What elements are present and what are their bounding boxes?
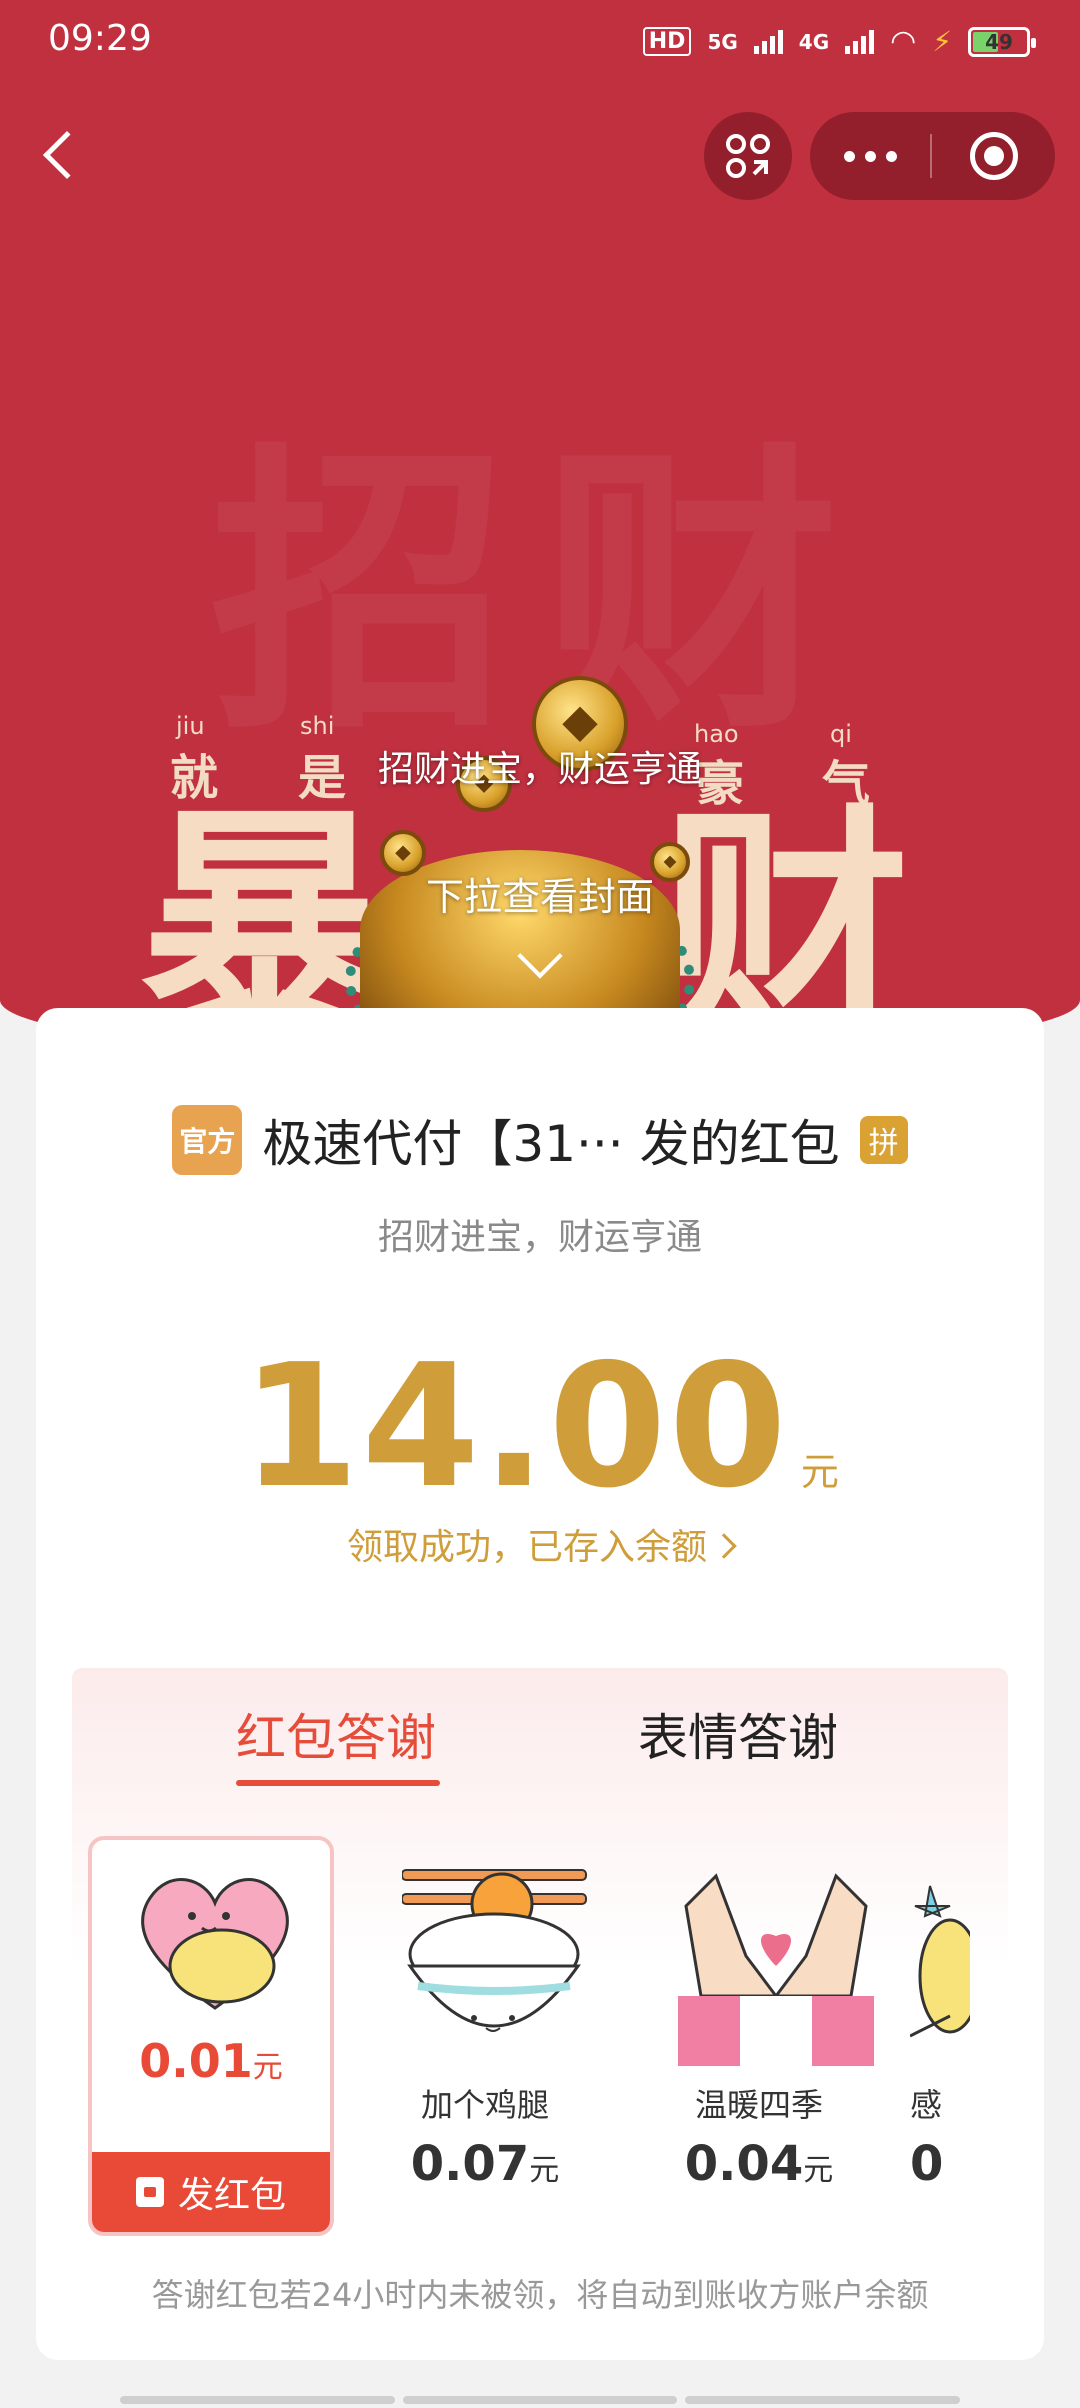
target-icon bbox=[969, 132, 1018, 180]
heart-hug-icon bbox=[141, 1878, 289, 2010]
mini-program-capsule bbox=[810, 112, 1055, 200]
official-badge: 官方 bbox=[172, 1105, 243, 1175]
wish-text: 招财进宝，财运亨通 bbox=[377, 1217, 702, 1258]
more-dot-icon bbox=[864, 150, 876, 162]
gift-price: 0.07元 bbox=[410, 2136, 560, 2192]
pin-badge: 拼 bbox=[859, 1116, 908, 1164]
more-button[interactable] bbox=[810, 112, 930, 200]
status-time: 09:29 bbox=[48, 18, 152, 59]
cover-pinyin: jiu bbox=[176, 712, 205, 740]
gift-name: 温暖四季 bbox=[694, 2086, 823, 2124]
signal-icon bbox=[753, 29, 783, 54]
thanks-footnote: 答谢红包若24小时内未被领，将自动到账收方账户余额 bbox=[151, 2276, 929, 2314]
network-4g-icon: 4G bbox=[798, 29, 830, 54]
amount-unit: 元 bbox=[800, 1450, 839, 1494]
sender-name: 极速代付【31··· 发的红包 bbox=[262, 1115, 840, 1173]
network-5g-icon: 5G bbox=[707, 29, 738, 54]
battery-icon: 49 bbox=[968, 26, 1036, 57]
pull-down-hint: 下拉查看封面 bbox=[425, 875, 654, 919]
gift-item[interactable]: 温暖四季 0.04元 bbox=[636, 1836, 882, 2236]
tab-red-packet-thanks[interactable]: 红包答谢 bbox=[236, 1698, 436, 1770]
close-mini-program-button[interactable] bbox=[932, 112, 1055, 200]
red-packet-card: 官方 极速代付【31··· 发的红包 拼 招财进宝，财运亨通 14.00 元 领取… bbox=[36, 1008, 1044, 2360]
more-dot-icon bbox=[843, 150, 855, 162]
wifi-icon: ◠ bbox=[890, 24, 917, 59]
gift-item[interactable]: 感 0 bbox=[910, 1836, 1008, 2236]
gift-name: 感 bbox=[910, 2086, 943, 2124]
scan-button[interactable] bbox=[704, 112, 792, 200]
amount-value: 14.00 bbox=[241, 1328, 789, 1526]
tab-sticker-thanks[interactable]: 表情答谢 bbox=[638, 1698, 838, 1770]
hd-icon: HD bbox=[642, 27, 692, 56]
gift-item[interactable]: 0.01元 发红包 bbox=[88, 1836, 334, 2236]
balance-status-text: 领取成功，已存入余额 bbox=[346, 1527, 707, 1568]
more-dot-icon bbox=[885, 150, 897, 162]
tab-active-indicator bbox=[236, 1780, 440, 1786]
gift-name: 加个鸡腿 bbox=[420, 2086, 549, 2124]
red-packet-icon bbox=[135, 2177, 164, 2207]
gift-price: 0 bbox=[910, 2136, 944, 2192]
thanks-panel: 红包答谢 表情答谢 0.01元 发红包 加个鸡腿 0.07元 温暖四季 0.04… bbox=[72, 1668, 1008, 2248]
send-red-packet-button[interactable]: 发红包 bbox=[92, 2152, 330, 2232]
scan-icon bbox=[726, 134, 770, 178]
gift-price: 0.01元 bbox=[139, 2034, 283, 2088]
gift-price: 0.04元 bbox=[684, 2136, 834, 2192]
star-character-icon bbox=[910, 1885, 970, 2038]
chicken-leg-rice-icon bbox=[402, 1869, 587, 2032]
home-indicator bbox=[120, 2396, 961, 2404]
sender-row: 官方 极速代付【31··· 发的红包 拼 bbox=[36, 1104, 1044, 1176]
signal-icon bbox=[845, 29, 875, 54]
amount: 14.00 元 bbox=[36, 1328, 1044, 1526]
balance-status-link[interactable]: 领取成功，已存入余额 bbox=[36, 1518, 1044, 1570]
status-bar: 09:29 HD 5G 4G ◠ ⚡ 49 bbox=[0, 0, 1080, 80]
back-button[interactable] bbox=[30, 120, 92, 190]
heart-hands-icon bbox=[678, 1873, 874, 2066]
cover-pinyin: shi bbox=[300, 712, 335, 740]
back-arrow-icon bbox=[42, 130, 92, 180]
charging-icon: ⚡ bbox=[932, 25, 952, 58]
chevron-right-icon bbox=[711, 1533, 737, 1559]
cover-caption: 招财进宝，财运亨通 bbox=[377, 749, 702, 790]
gift-item[interactable]: 加个鸡腿 0.07元 bbox=[362, 1836, 608, 2236]
